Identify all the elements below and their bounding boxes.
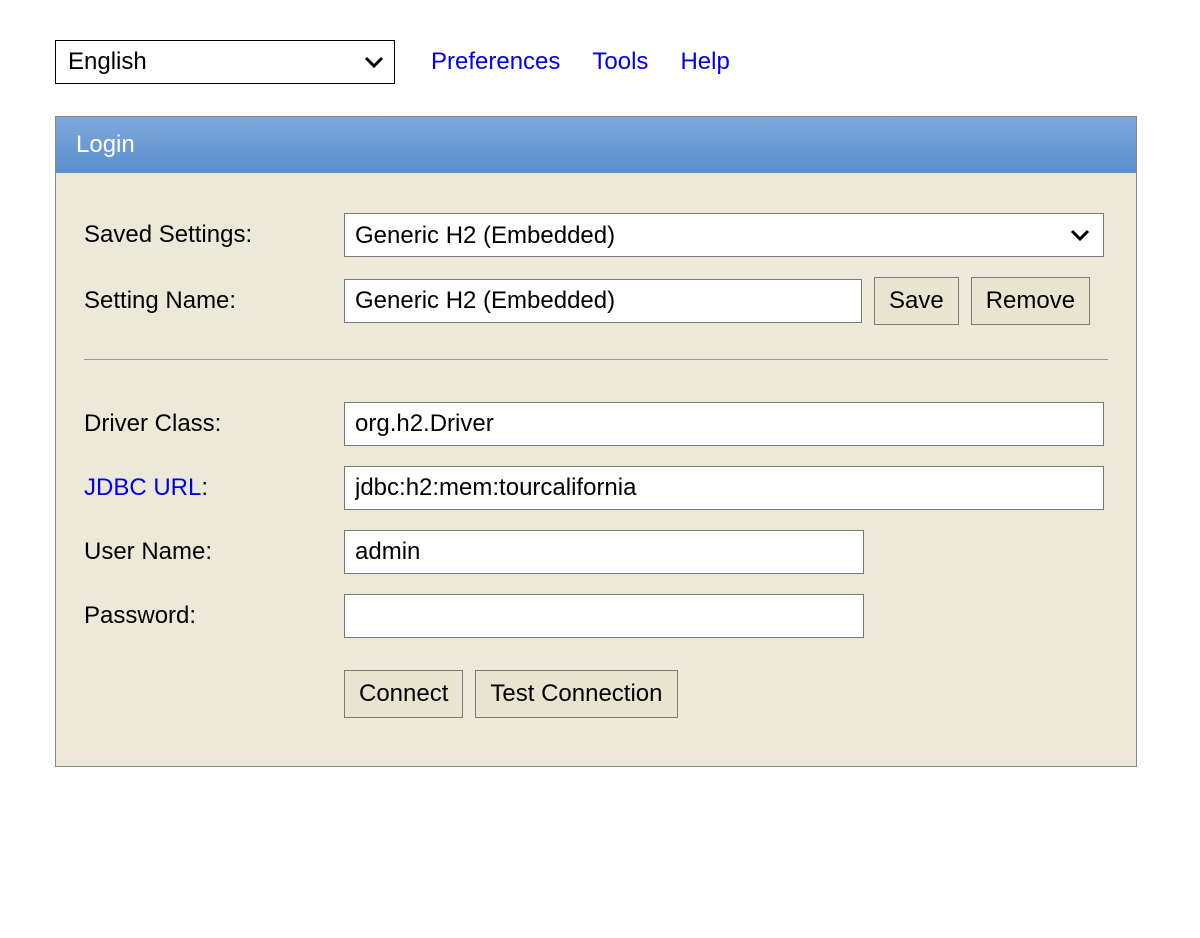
chevron-down-icon [364, 48, 384, 76]
separator [84, 359, 1108, 360]
jdbc-url-link[interactable]: JDBC URL [84, 474, 201, 501]
language-selected-text: English [68, 48, 147, 76]
help-link[interactable]: Help [680, 48, 729, 76]
login-panel: Login Saved Settings: Generic H2 (Embedd… [55, 116, 1137, 767]
saved-settings-select[interactable]: Generic H2 (Embedded) [344, 213, 1104, 257]
driver-class-label: Driver Class: [80, 392, 340, 456]
setting-name-input[interactable] [344, 279, 862, 323]
jdbc-url-input[interactable] [344, 466, 1104, 510]
user-name-label: User Name: [80, 520, 340, 584]
remove-button[interactable]: Remove [971, 277, 1090, 325]
save-button[interactable]: Save [874, 277, 959, 325]
language-select[interactable]: English [55, 40, 395, 84]
setting-name-label: Setting Name: [80, 267, 340, 335]
tools-link[interactable]: Tools [592, 48, 648, 76]
jdbc-url-colon: : [201, 474, 208, 501]
connect-button[interactable]: Connect [344, 670, 463, 718]
preferences-link[interactable]: Preferences [431, 48, 560, 76]
driver-class-input[interactable] [344, 402, 1104, 446]
password-input[interactable] [344, 594, 864, 638]
password-label: Password: [80, 584, 340, 648]
test-connection-button[interactable]: Test Connection [475, 670, 677, 718]
user-name-input[interactable] [344, 530, 864, 574]
saved-settings-label: Saved Settings: [80, 203, 340, 267]
panel-title: Login [56, 117, 1136, 173]
